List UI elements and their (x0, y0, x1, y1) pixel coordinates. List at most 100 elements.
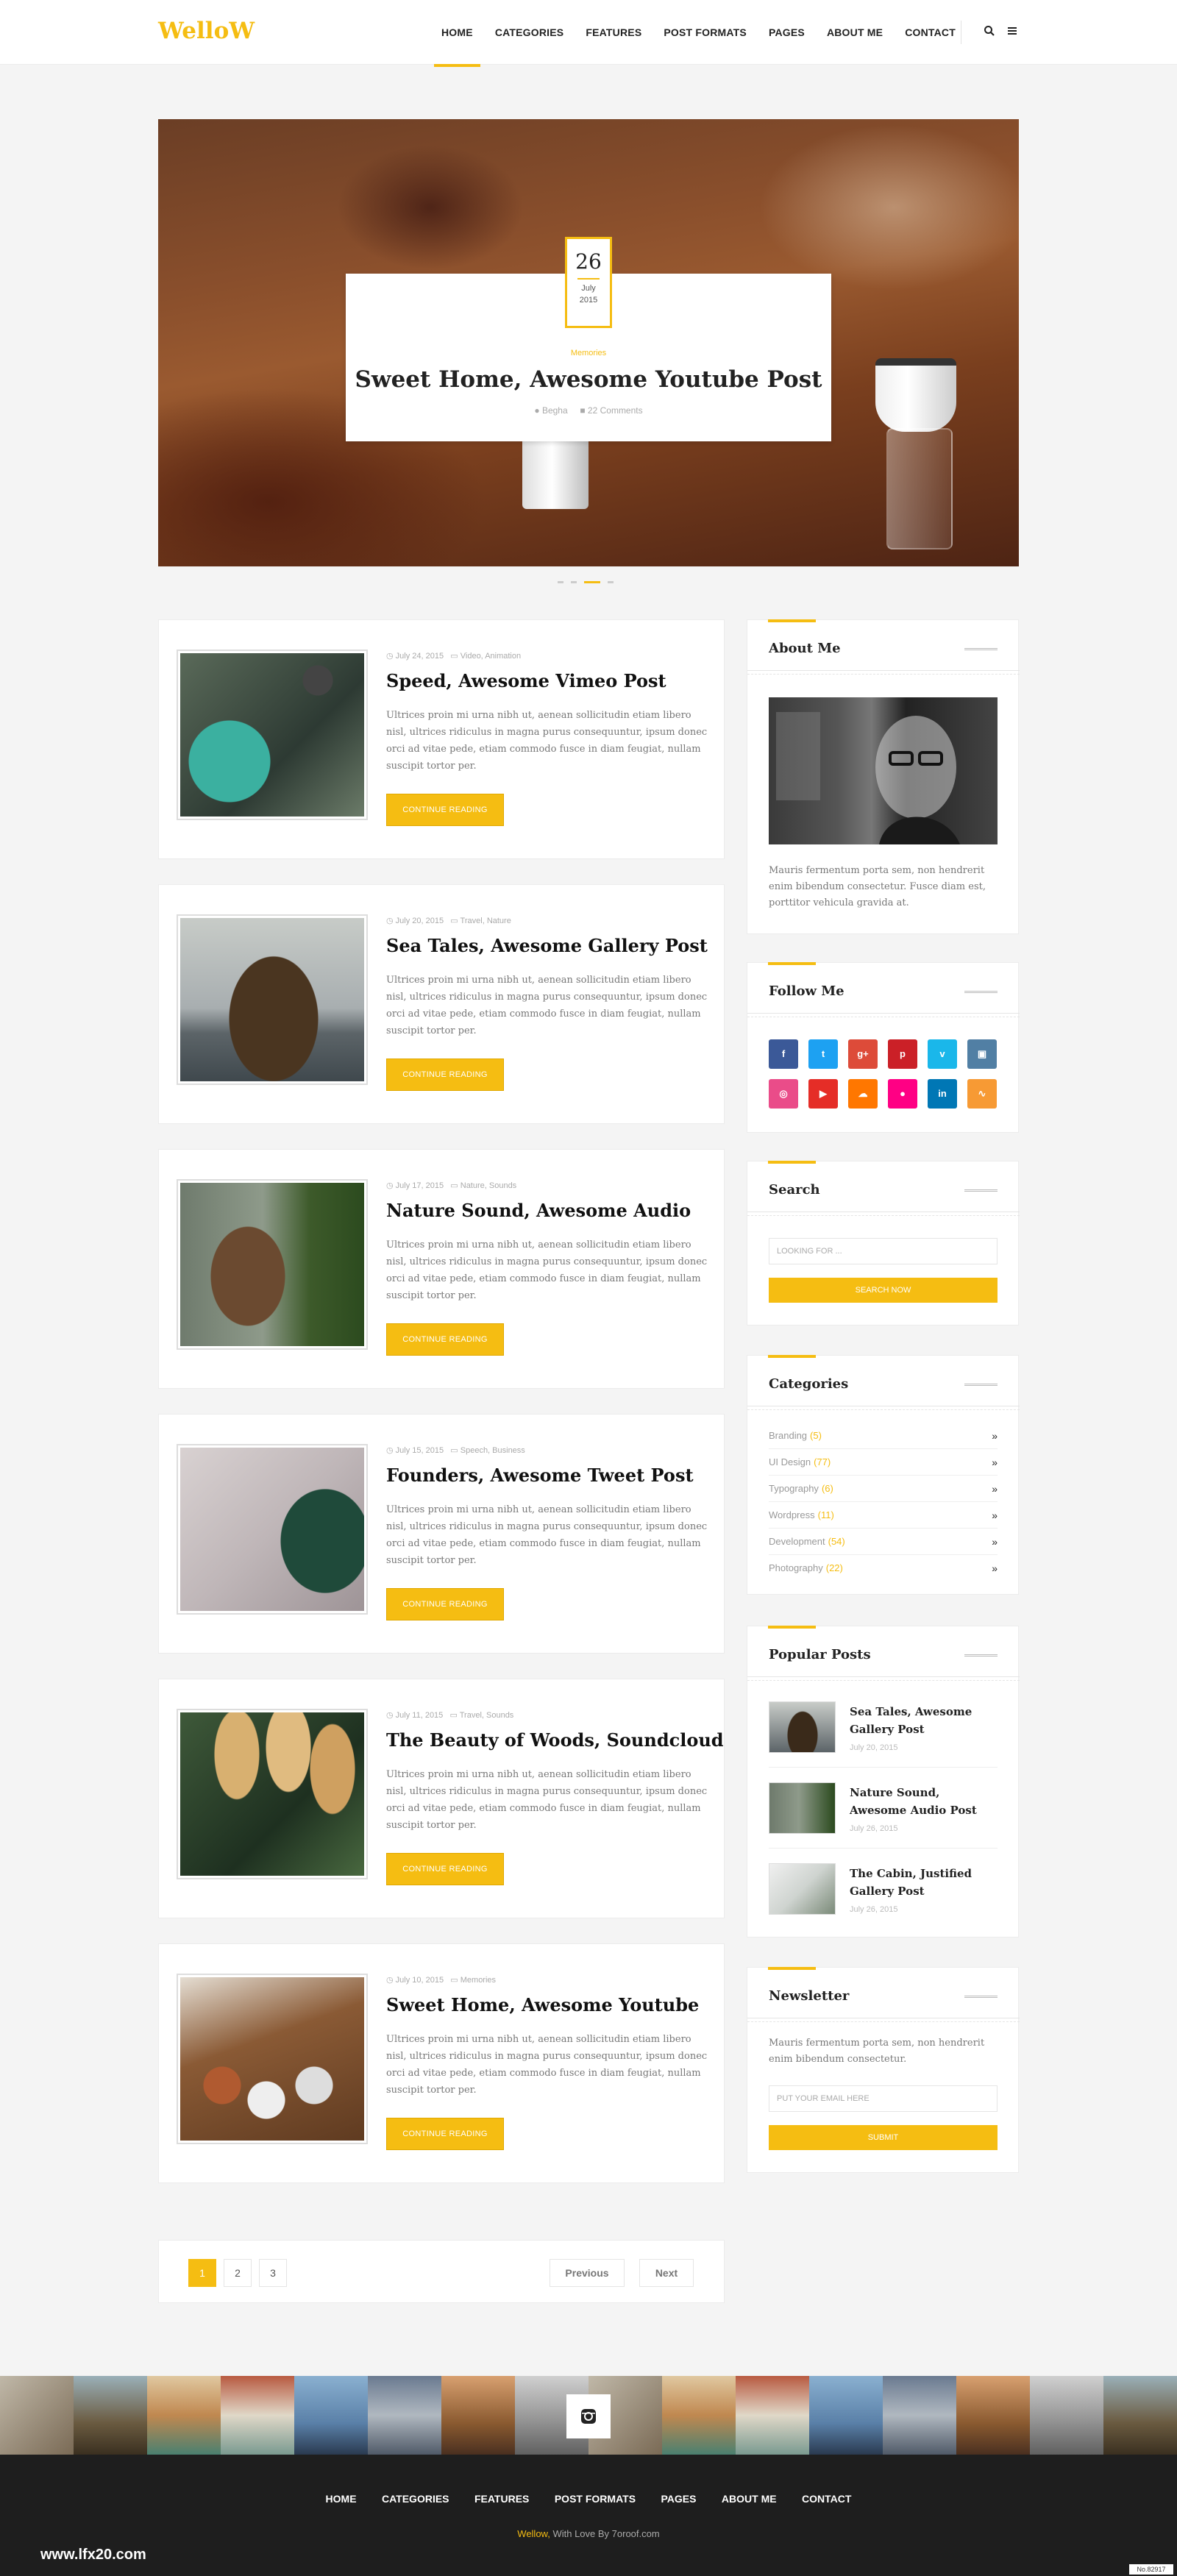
post-categories[interactable]: Travel, Nature (461, 917, 511, 925)
post-categories[interactable]: Video, Animation (461, 652, 521, 661)
category-item[interactable]: Development (54) » (769, 1529, 998, 1555)
instagram-photo[interactable] (0, 2376, 74, 2455)
vimeo-icon[interactable]: v (928, 1039, 957, 1069)
category-item[interactable]: Branding (5) » (769, 1423, 998, 1449)
search-now-button[interactable]: SEARCH NOW (769, 1278, 998, 1303)
popular-post-item[interactable]: Nature Sound, Awesome Audio Post July 26… (769, 1782, 998, 1849)
popular-post-title[interactable]: Nature Sound, Awesome Audio Post (850, 1784, 997, 1819)
dribbble-icon[interactable]: ◎ (769, 1079, 798, 1109)
post-thumbnail[interactable] (177, 650, 368, 820)
category-item[interactable]: Wordpress (11) » (769, 1502, 998, 1529)
nav-pages[interactable]: PAGES (769, 26, 805, 38)
instagram-photo[interactable] (221, 2376, 294, 2455)
post-thumbnail[interactable] (177, 1974, 368, 2144)
facebook-icon[interactable]: f (769, 1039, 798, 1069)
popular-post-item[interactable]: The Cabin, Justified Gallery Post July 2… (769, 1863, 998, 1929)
continue-reading-button[interactable]: CONTINUE READING (386, 1588, 504, 1620)
flickr-icon[interactable]: ● (888, 1079, 917, 1109)
post-title[interactable]: Founders, Awesome Tweet Post (386, 1465, 694, 1486)
post-title[interactable]: The Beauty of Woods, Soundcloud (386, 1729, 724, 1751)
nav-features[interactable]: FEATURES (586, 26, 641, 38)
menu-icon[interactable] (1006, 25, 1018, 37)
slider-dot[interactable] (558, 581, 563, 583)
footer-nav-home[interactable]: HOME (326, 2493, 357, 2505)
page-1-button[interactable]: 1 (188, 2259, 216, 2287)
category-item[interactable]: Typography (6) » (769, 1476, 998, 1502)
nav-home[interactable]: HOME (434, 26, 480, 67)
footer-nav-pages[interactable]: PAGES (661, 2493, 696, 2505)
post-thumbnail[interactable] (177, 1444, 368, 1615)
next-button[interactable]: Next (639, 2259, 694, 2287)
slide-category[interactable]: Memories (346, 349, 831, 357)
post-title[interactable]: Sweet Home, Awesome Youtube (386, 1994, 699, 2015)
continue-reading-button[interactable]: CONTINUE READING (386, 1058, 504, 1091)
instagram-photo[interactable] (883, 2376, 956, 2455)
page-3-button[interactable]: 3 (259, 2259, 287, 2287)
popular-post-thumbnail[interactable] (769, 1863, 836, 1915)
slide-title[interactable]: Sweet Home, Awesome Youtube Post (346, 366, 831, 393)
popular-post-thumbnail[interactable] (769, 1701, 836, 1753)
linkedin-icon[interactable]: in (928, 1079, 957, 1109)
rss-icon[interactable]: ∿ (967, 1079, 997, 1109)
continue-reading-button[interactable]: CONTINUE READING (386, 794, 504, 826)
instagram-icon[interactable] (566, 2394, 611, 2438)
instagram-photo[interactable] (368, 2376, 441, 2455)
instagram-icon[interactable]: ▣ (967, 1039, 997, 1069)
footer-nav-features[interactable]: FEATURES (474, 2493, 529, 2505)
site-logo[interactable]: WelloW (158, 18, 255, 44)
instagram-photo[interactable] (956, 2376, 1030, 2455)
instagram-photo[interactable] (1030, 2376, 1103, 2455)
nav-post-formats[interactable]: POST FORMATS (664, 26, 747, 38)
youtube-icon[interactable]: ▶ (808, 1079, 838, 1109)
slider-dot-active[interactable] (584, 581, 600, 583)
pinterest-icon[interactable]: p (888, 1039, 917, 1069)
previous-button[interactable]: Previous (550, 2259, 625, 2287)
instagram-photo[interactable] (294, 2376, 368, 2455)
post-title[interactable]: Sea Tales, Awesome Gallery Post (386, 935, 708, 956)
post-thumbnail[interactable] (177, 914, 368, 1085)
post-title[interactable]: Nature Sound, Awesome Audio (386, 1200, 691, 1221)
footer-brand[interactable]: Wellow, (517, 2528, 550, 2539)
slide-comments[interactable]: 22 Comments (588, 405, 643, 416)
category-item[interactable]: UI Design (77) » (769, 1449, 998, 1476)
instagram-photo[interactable] (1103, 2376, 1177, 2455)
footer-nav-contact[interactable]: CONTACT (802, 2493, 851, 2505)
google-plus-icon[interactable]: g+ (848, 1039, 878, 1069)
instagram-photo[interactable] (809, 2376, 883, 2455)
slide-author[interactable]: Begha (542, 405, 568, 416)
footer-nav-post-formats[interactable]: POST FORMATS (555, 2493, 636, 2505)
popular-post-thumbnail[interactable] (769, 1782, 836, 1834)
popular-post-title[interactable]: Sea Tales, Awesome Gallery Post (850, 1703, 997, 1738)
post-title[interactable]: Speed, Awesome Vimeo Post (386, 670, 666, 691)
nav-contact[interactable]: CONTACT (905, 26, 956, 38)
nav-about-me[interactable]: ABOUT ME (827, 26, 883, 38)
continue-reading-button[interactable]: CONTINUE READING (386, 2118, 504, 2150)
post-categories[interactable]: Speech, Business (461, 1446, 525, 1455)
post-thumbnail[interactable] (177, 1709, 368, 1879)
submit-button[interactable]: SUBMIT (769, 2125, 998, 2150)
instagram-photo[interactable] (662, 2376, 736, 2455)
nav-categories[interactable]: CATEGORIES (495, 26, 564, 38)
slider-dot[interactable] (608, 581, 614, 583)
instagram-photo[interactable] (74, 2376, 147, 2455)
search-icon[interactable] (984, 25, 995, 37)
instagram-photo[interactable] (147, 2376, 221, 2455)
instagram-photo[interactable] (736, 2376, 809, 2455)
continue-reading-button[interactable]: CONTINUE READING (386, 1323, 504, 1356)
post-categories[interactable]: Travel, Sounds (460, 1711, 514, 1720)
continue-reading-button[interactable]: CONTINUE READING (386, 1853, 504, 1885)
page-2-button[interactable]: 2 (224, 2259, 252, 2287)
slider-dot[interactable] (571, 581, 577, 583)
category-item[interactable]: Photography (22) » (769, 1555, 998, 1581)
popular-post-title[interactable]: The Cabin, Justified Gallery Post (850, 1865, 997, 1900)
post-categories[interactable]: Memories (461, 1976, 496, 1985)
email-field[interactable]: PUT YOUR EMAIL HERE (769, 2085, 998, 2112)
search-input[interactable]: LOOKING FOR ... (769, 1238, 998, 1264)
soundcloud-icon[interactable]: ☁ (848, 1079, 878, 1109)
footer-nav-categories[interactable]: CATEGORIES (382, 2493, 449, 2505)
post-categories[interactable]: Nature, Sounds (461, 1181, 516, 1190)
footer-nav-about-me[interactable]: ABOUT ME (722, 2493, 777, 2505)
popular-post-item[interactable]: Sea Tales, Awesome Gallery Post July 20,… (769, 1701, 998, 1768)
instagram-photo[interactable] (441, 2376, 515, 2455)
post-thumbnail[interactable] (177, 1179, 368, 1350)
